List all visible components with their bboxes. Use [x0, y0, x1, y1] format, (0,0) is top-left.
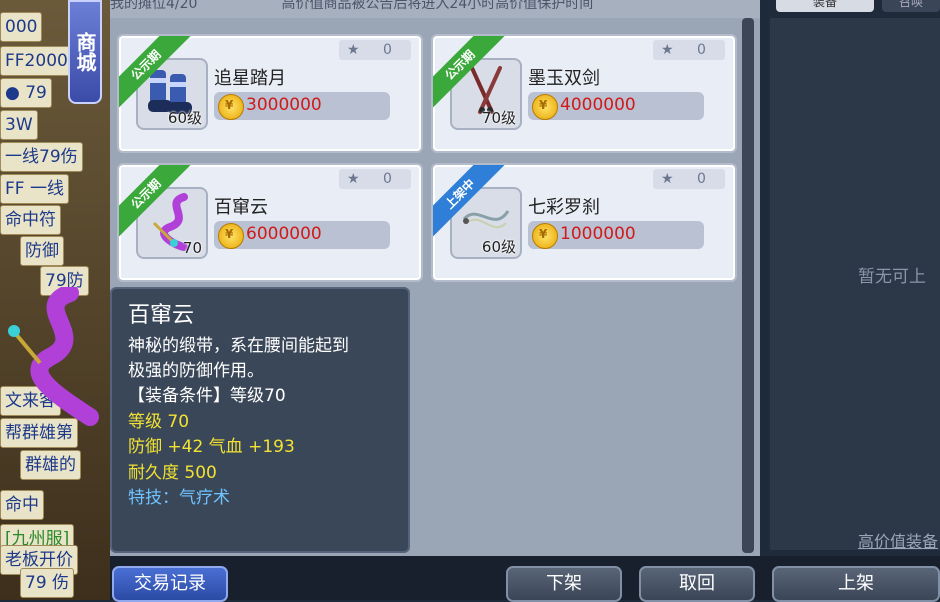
- shop-tab[interactable]: 商城: [68, 0, 102, 104]
- item-name: 追星踏月: [214, 68, 286, 89]
- item-level: 60级: [481, 238, 516, 256]
- tab-summon[interactable]: 召唤: [882, 0, 940, 12]
- star-icon: ★: [661, 42, 674, 58]
- price-box: ¥ 1000000: [528, 221, 704, 249]
- trade-log-button[interactable]: 交易记录: [112, 566, 228, 602]
- item-price: 1000000: [560, 224, 636, 244]
- star-icon: ★: [347, 42, 360, 58]
- tab-equipment[interactable]: 装备: [776, 0, 874, 12]
- scrollbar[interactable]: [742, 18, 754, 553]
- chat-line: ● 79: [0, 78, 52, 108]
- retrieve-button[interactable]: 取回: [639, 566, 755, 602]
- chat-line: 群雄的: [20, 450, 81, 480]
- favorite-counter[interactable]: ★ 0: [653, 40, 725, 60]
- item-name: 七彩罗刹: [528, 197, 600, 218]
- chat-line: 命中符: [0, 205, 61, 235]
- item-level: 70: [182, 239, 202, 257]
- price-box: ¥ 6000000: [214, 221, 390, 249]
- item-name: 百窜云: [214, 197, 268, 218]
- tooltip-description: 神秘的缎带，系在腰间能起到: [128, 336, 349, 356]
- star-icon: ★: [661, 171, 674, 187]
- tooltip-title: 百窜云: [128, 303, 195, 328]
- tooltip-requirement: 【装备条件】等级70: [128, 386, 286, 406]
- favorite-count: 0: [697, 42, 706, 58]
- stall-header: 我的摊位4/20 高价值商品被公告后将进入24小时高价值保护时间: [110, 0, 760, 18]
- chat-line: 79 伤: [20, 568, 75, 598]
- coin-icon: ¥: [218, 223, 244, 249]
- sash-artwork: [8, 287, 99, 426]
- item-tooltip: 百窜云 神秘的缎带，系在腰间能起到 极强的防御作用。 【装备条件】等级70 等级…: [110, 287, 410, 553]
- item-card[interactable]: 70 公示期 ★ 0 百窜云 ¥ 6000000: [117, 163, 423, 282]
- empty-message: 暂无可上: [858, 267, 926, 287]
- item-card[interactable]: 60级 公示期 ★ 0 追星踏月 ¥ 3000000: [117, 34, 423, 153]
- item-price: 6000000: [246, 224, 322, 244]
- coin-icon: ¥: [218, 94, 244, 120]
- favorite-counter[interactable]: ★ 0: [339, 169, 411, 189]
- tooltip-stat-defense: 防御 +42 气血 +193: [128, 437, 295, 457]
- favorite-count: 0: [383, 171, 392, 187]
- chat-line: FF 一线: [0, 174, 69, 204]
- item-card[interactable]: 70级 公示期 ★ 0 墨玉双剑 ¥ 4000000: [431, 34, 737, 153]
- item-card[interactable]: 60级 上架中 ★ 0 七彩罗刹 ¥ 1000000: [431, 163, 737, 282]
- coin-icon: ¥: [532, 94, 558, 120]
- item-level: 70级: [481, 109, 516, 127]
- tooltip-description: 极强的防御作用。: [128, 361, 264, 381]
- item-level: 60级: [167, 109, 202, 127]
- tooltip-stat-durability: 耐久度 500: [128, 463, 217, 483]
- chat-line: 3W: [0, 110, 38, 140]
- favorite-counter[interactable]: ★ 0: [653, 169, 725, 189]
- chat-line: 防御: [20, 236, 64, 266]
- item-price: 4000000: [560, 95, 636, 115]
- favorite-counter[interactable]: ★ 0: [339, 40, 411, 60]
- favorite-count: 0: [697, 171, 706, 187]
- chat-line: 000: [0, 12, 43, 42]
- item-name: 墨玉双剑: [528, 68, 600, 89]
- coin-icon: ¥: [532, 223, 558, 249]
- price-box: ¥ 4000000: [528, 92, 704, 120]
- chat-line: 命中: [0, 490, 44, 520]
- star-icon: ★: [347, 171, 360, 187]
- favorite-count: 0: [383, 42, 392, 58]
- list-button[interactable]: 上架: [772, 566, 940, 602]
- delist-button[interactable]: 下架: [506, 566, 622, 602]
- item-price: 3000000: [246, 95, 322, 115]
- tooltip-skill: 特技：气疗术: [128, 488, 230, 508]
- high-value-link[interactable]: 高价值装备: [858, 528, 938, 552]
- tooltip-stat-level: 等级 70: [128, 412, 190, 432]
- chat-line: 一线79伤: [0, 142, 83, 172]
- price-box: ¥ 3000000: [214, 92, 390, 120]
